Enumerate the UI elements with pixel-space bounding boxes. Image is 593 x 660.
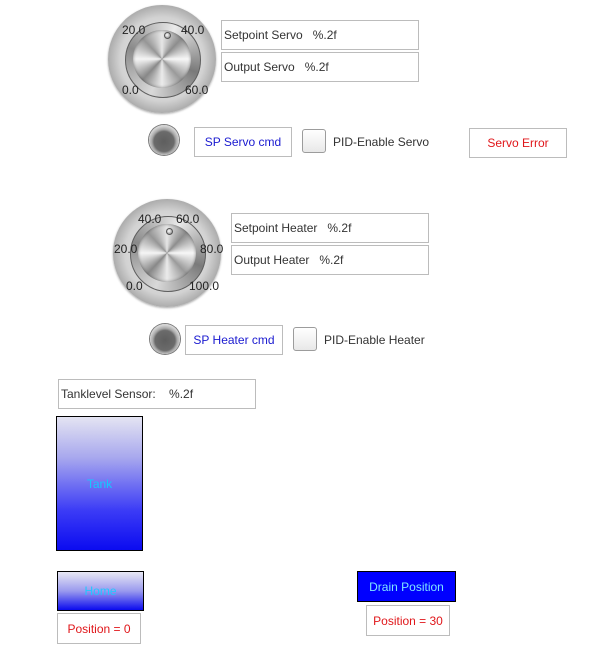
servo-status-led (149, 125, 179, 155)
servo-error-indicator: Servo Error (469, 128, 567, 158)
heater-setpoint-knob[interactable]: 40.0 60.0 20.0 80.0 0.0 100.0 (113, 199, 224, 307)
servo-knob-indicator (164, 32, 171, 39)
tank-level-display: Tank (56, 416, 143, 551)
drain-position-label: Position = 30 (366, 605, 450, 636)
heater-knob-tick-100: 100.0 (189, 279, 220, 293)
heater-knob-indicator (166, 228, 173, 235)
tanklevel-sensor-readout: Tanklevel Sensor: %.2f (58, 379, 256, 409)
sp-heater-cmd-button[interactable]: SP Heater cmd (185, 325, 283, 355)
servo-knob-tick-0: 0.0 (122, 83, 139, 97)
heater-knob-tick-80: 80.0 (200, 242, 224, 256)
heater-knob-tick-0: 0.0 (126, 279, 143, 293)
heater-setpoint-readout: Setpoint Heater %.2f (231, 213, 429, 243)
home-button[interactable]: Home (57, 571, 144, 611)
sp-servo-cmd-button[interactable]: SP Servo cmd (194, 127, 292, 157)
servo-setpoint-readout: Setpoint Servo %.2f (221, 20, 419, 50)
servo-output-readout: Output Servo %.2f (221, 52, 419, 82)
servo-setpoint-knob[interactable]: 20.0 40.0 0.0 60.0 (108, 5, 216, 113)
heater-knob-tick-20: 20.0 (114, 242, 138, 256)
pid-enable-heater-checkbox[interactable] (293, 327, 317, 351)
pid-enable-servo-label: PID-Enable Servo (333, 135, 430, 149)
servo-knob-tick-60: 60.0 (185, 83, 209, 97)
home-position-label: Position = 0 (57, 613, 141, 644)
heater-knob-tick-60: 60.0 (176, 212, 200, 226)
pid-enable-servo-checkbox[interactable] (302, 129, 326, 153)
servo-knob-tick-40: 40.0 (181, 23, 205, 37)
servo-knob-cap (133, 30, 191, 88)
drain-position-button[interactable]: Drain Position (357, 571, 456, 602)
heater-knob-tick-40: 40.0 (138, 212, 162, 226)
servo-knob-tick-20: 20.0 (122, 23, 146, 37)
heater-status-led (150, 324, 180, 354)
heater-output-readout: Output Heater %.2f (231, 245, 429, 275)
pid-enable-heater-label: PID-Enable Heater (324, 333, 425, 347)
